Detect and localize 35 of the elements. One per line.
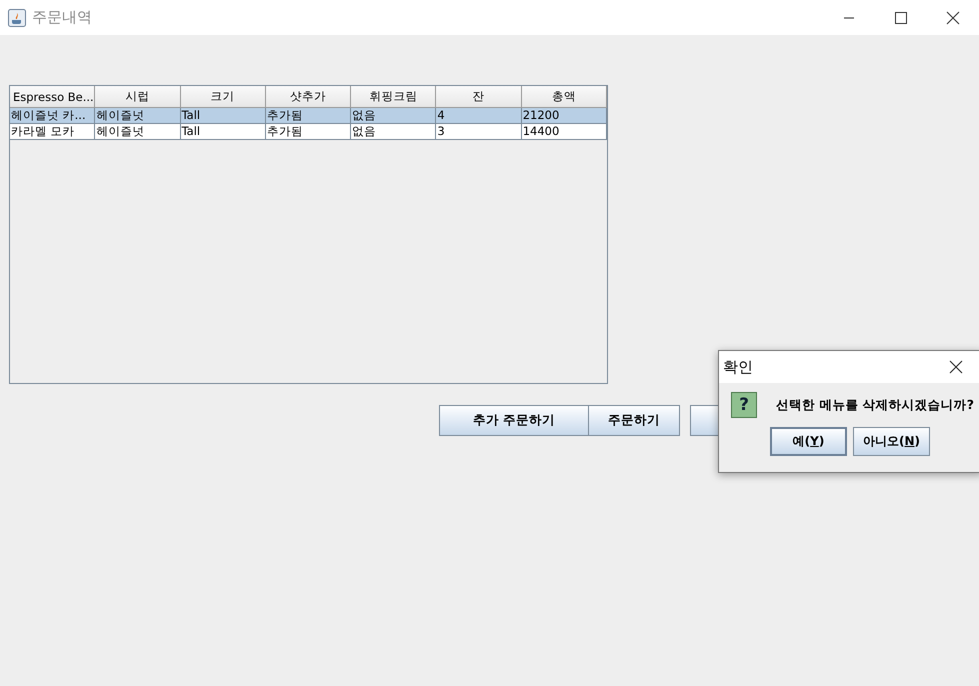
column-header[interactable]: Espresso Be...	[10, 86, 96, 108]
dialog-button[interactable]: 예(Y)	[770, 427, 847, 456]
table-cell: 없음	[351, 124, 436, 140]
table-cell: 카라멜 모카	[10, 124, 96, 140]
table-cell: Tall	[180, 108, 266, 124]
table-row[interactable]: 헤이즐넛 카... 헤이즐넛 Tall 추가됨 없음 4 21200	[10, 108, 607, 124]
table-cell: 없음	[351, 108, 436, 124]
column-header[interactable]: 잔	[436, 86, 522, 108]
dialog-message: 선택한 메뉴를 삭제하시겠습니까?	[776, 396, 974, 414]
table-cell: 21200	[522, 108, 607, 124]
column-header[interactable]: 휘핑크림	[351, 86, 436, 108]
table-row[interactable]: 카라멜 모카 헤이즐넛 Tall 추가됨 없음 3 14400	[10, 124, 607, 140]
window-title: 주문내역	[32, 8, 92, 27]
table-cell: 추가됨	[266, 108, 352, 124]
app-icon	[8, 8, 26, 26]
close-icon[interactable]	[946, 10, 960, 24]
question-icon: ?	[731, 392, 757, 418]
order-button[interactable]: 추가 주문하기	[439, 405, 589, 436]
table-cell: 헤이즐넛	[95, 108, 181, 124]
table-cell: 추가됨	[266, 124, 352, 140]
table-cell: Tall	[180, 124, 266, 140]
table-cell: 14400	[522, 124, 607, 140]
table-cell: 헤이즐넛	[95, 124, 181, 140]
close-icon[interactable]	[949, 360, 963, 374]
table-cell: 헤이즐넛 카...	[10, 108, 96, 124]
dialog-button[interactable]: 아니오(N)	[853, 427, 930, 456]
dialog-title: 확인	[723, 358, 753, 376]
maximize-icon[interactable]	[895, 12, 907, 24]
order-button[interactable]: 주문하기	[588, 405, 680, 436]
table-cell: 3	[436, 124, 522, 140]
column-header[interactable]: 총액	[522, 86, 607, 108]
column-header[interactable]: 크기	[180, 86, 266, 108]
column-header[interactable]: 샷추가	[266, 86, 352, 108]
table-cell: 4	[436, 108, 522, 124]
column-header[interactable]: 시럽	[95, 86, 181, 108]
